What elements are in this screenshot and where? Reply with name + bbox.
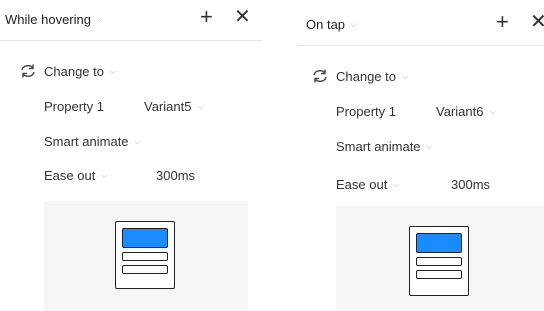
property-label: Property 1 — [336, 104, 396, 119]
trigger-dropdown[interactable]: On tap ⌵ — [306, 17, 357, 32]
chevron-down-icon: ⌵ — [489, 107, 496, 116]
chevron-down-icon: ⌵ — [96, 14, 103, 24]
property-value: Variant6 — [436, 104, 484, 119]
chevron-down-icon: ⌵ — [110, 67, 117, 76]
chevron-down-icon: ⌵ — [402, 72, 409, 81]
property-value-dropdown[interactable]: Variant5 ⌵ — [144, 99, 204, 114]
preview-line — [122, 265, 168, 274]
trigger-label: While hovering — [5, 12, 91, 27]
property-value-dropdown[interactable]: Variant6 ⌵ — [436, 104, 496, 119]
animation-preview — [336, 206, 544, 311]
animation-dropdown[interactable]: Smart animate ⌵ — [336, 139, 433, 154]
action-dropdown[interactable]: Change to ⌵ — [44, 64, 116, 79]
close-icon[interactable]: ✕ — [530, 11, 544, 33]
interaction-panel-tap: On tap ⌵ + ✕ Change to ⌵ Property 1 Varian… — [298, 0, 544, 311]
easing-label: Ease out — [44, 168, 96, 183]
chevron-down-icon: ⌵ — [426, 142, 433, 151]
add-interaction-button[interactable]: + — [496, 11, 509, 33]
preview-frame-icon — [409, 226, 469, 296]
add-interaction-button[interactable]: + — [200, 6, 213, 28]
animation-dropdown[interactable]: Smart animate ⌵ — [44, 134, 141, 149]
trigger-label: On tap — [306, 17, 346, 32]
preview-highlight-bar — [416, 233, 462, 253]
animation-preview — [44, 201, 248, 311]
action-label: Change to — [336, 69, 396, 84]
easing-dropdown[interactable]: Ease out ⌵ — [44, 168, 107, 183]
panel-header: On tap ⌵ + ✕ — [298, 5, 544, 46]
chevron-down-icon: ⌵ — [350, 19, 357, 29]
easing-label: Ease out — [336, 177, 388, 192]
preview-line — [416, 270, 462, 279]
preview-line — [122, 252, 168, 261]
interaction-panel-hover: While hovering ⌵ + ✕ Change to ⌵ Property … — [0, 0, 262, 311]
property-label: Property 1 — [44, 99, 104, 114]
chevron-down-icon: ⌵ — [134, 137, 141, 146]
action-dropdown[interactable]: Change to ⌵ — [336, 69, 408, 84]
preview-line — [416, 257, 462, 266]
trigger-dropdown[interactable]: While hovering ⌵ — [5, 12, 103, 27]
chevron-down-icon: ⌵ — [197, 102, 204, 111]
refresh-icon — [313, 69, 327, 83]
easing-dropdown[interactable]: Ease out ⌵ — [336, 177, 399, 192]
property-value: Variant5 — [144, 99, 192, 114]
preview-frame-icon — [115, 221, 175, 289]
refresh-icon — [21, 64, 35, 78]
panel-header: While hovering ⌵ + ✕ — [0, 0, 262, 41]
chevron-down-icon: ⌵ — [101, 171, 108, 180]
animation-label: Smart animate — [336, 139, 421, 154]
close-icon[interactable]: ✕ — [234, 6, 251, 28]
chevron-down-icon: ⌵ — [393, 180, 400, 189]
action-label: Change to — [44, 64, 104, 79]
preview-highlight-bar — [122, 228, 168, 248]
duration-field[interactable]: 300ms — [156, 168, 195, 183]
duration-field[interactable]: 300ms — [451, 177, 490, 192]
animation-label: Smart animate — [44, 134, 129, 149]
